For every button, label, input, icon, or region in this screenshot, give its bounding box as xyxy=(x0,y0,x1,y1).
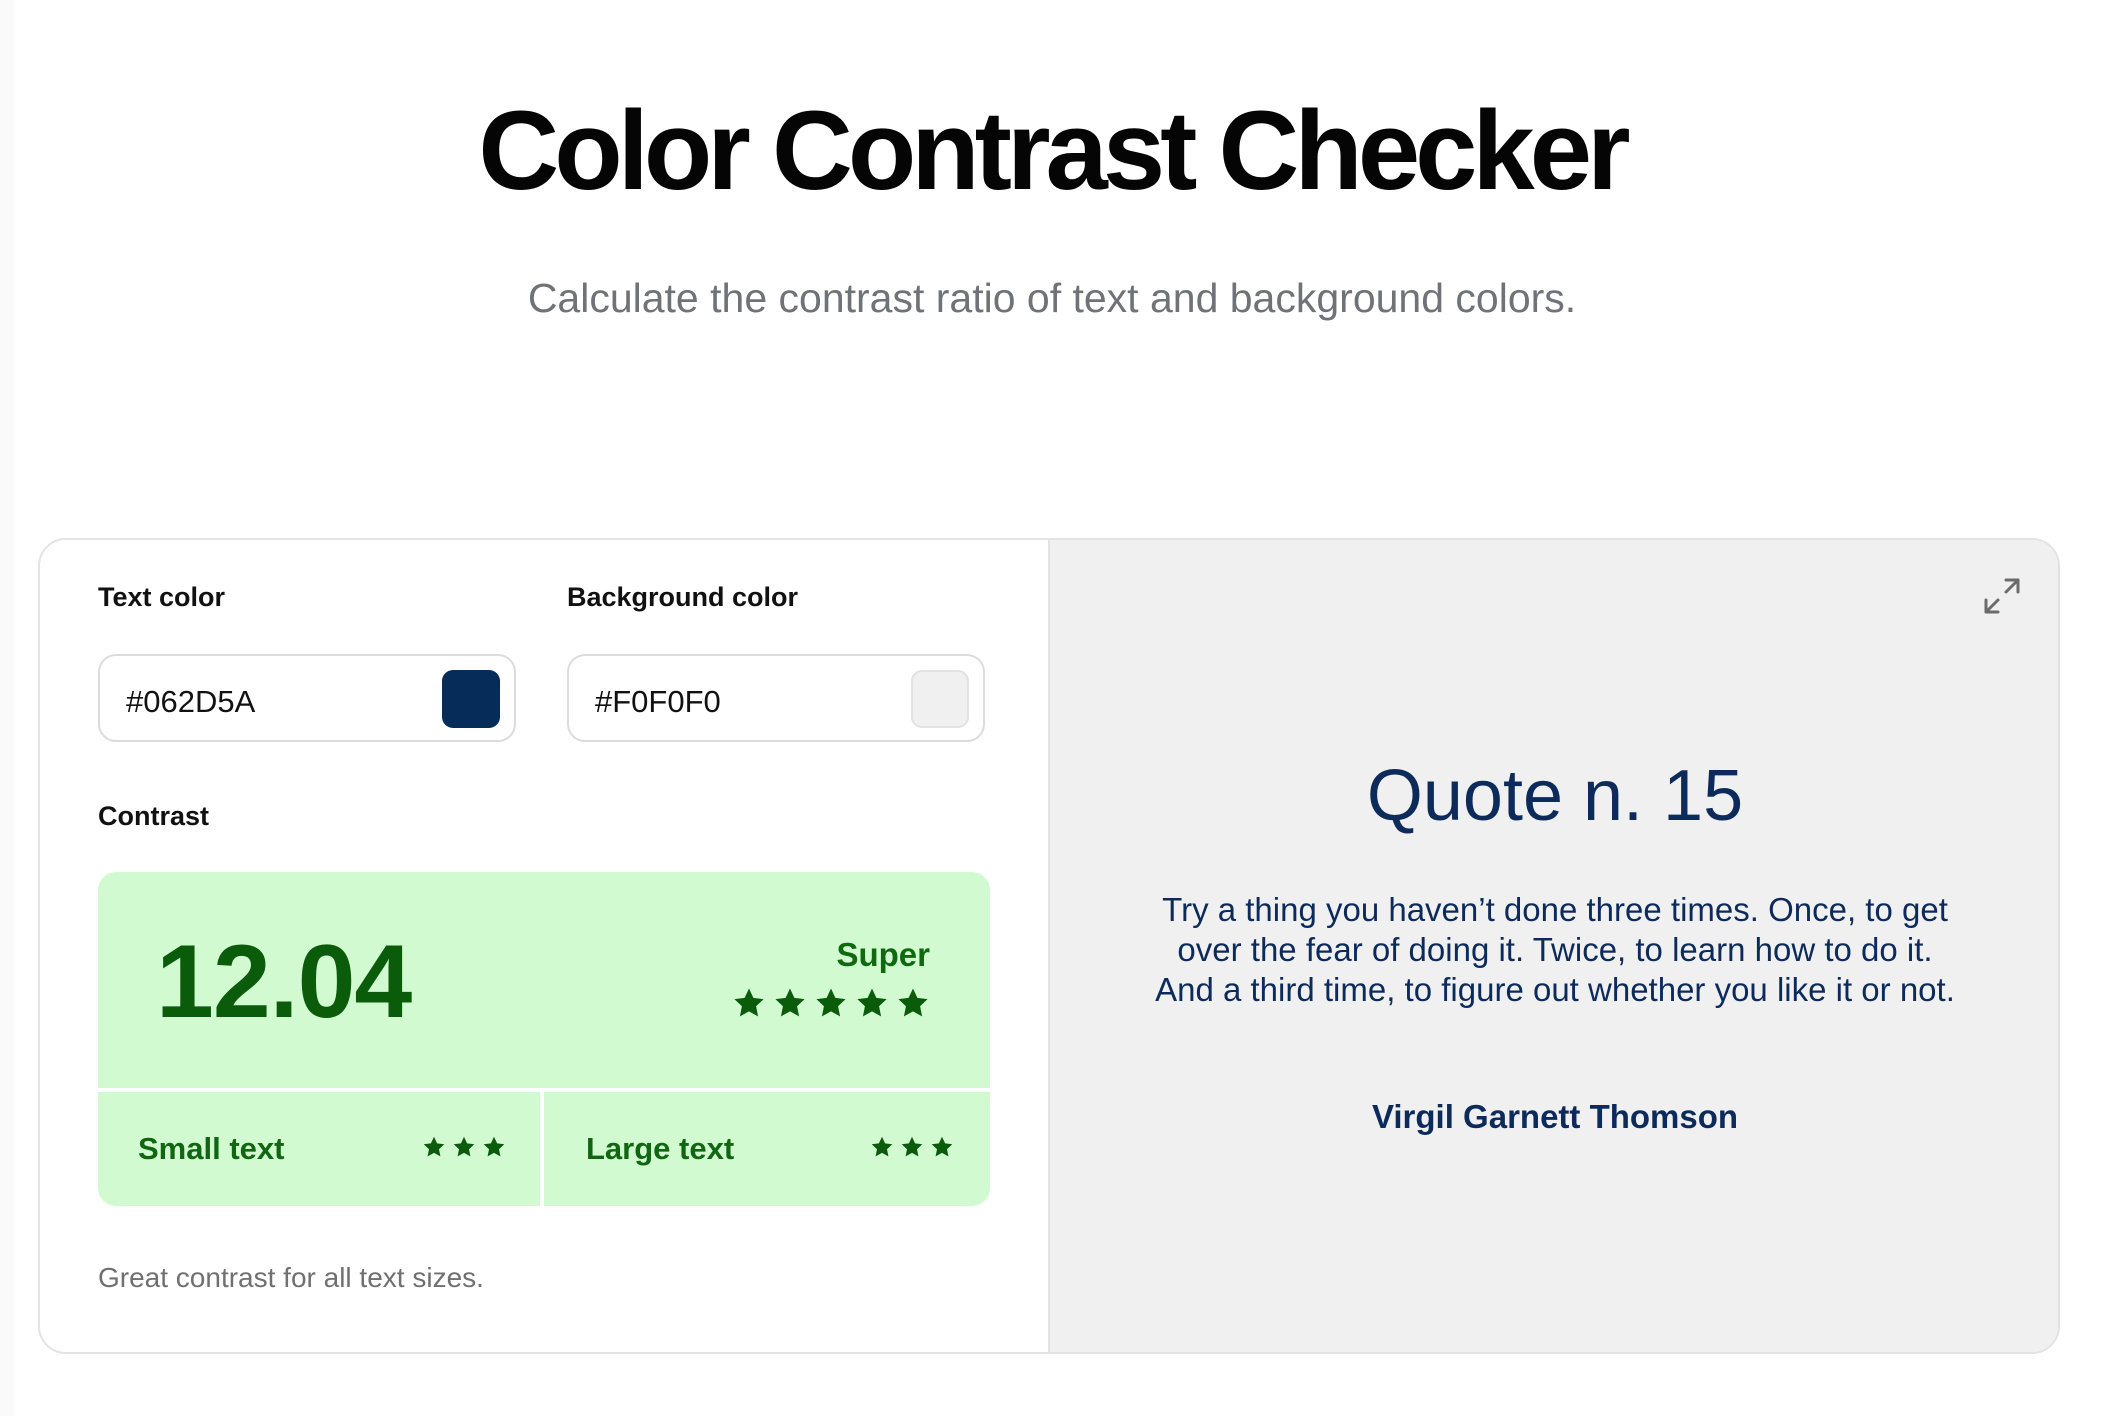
small-text-label: Small text xyxy=(138,1131,285,1166)
large-text-stars xyxy=(870,1135,954,1159)
text-color-field[interactable]: #062D5A xyxy=(98,654,516,742)
expand-icon[interactable] xyxy=(1982,576,2022,616)
contrast-label: Contrast xyxy=(98,801,210,831)
contrast-result: 12.04 Super Small text Large text xyxy=(98,872,990,1206)
contrast-ratio: 12.04 xyxy=(156,924,412,1040)
star-icon xyxy=(931,1136,953,1157)
background-color-field[interactable]: #F0F0F0 xyxy=(567,654,985,742)
star-icon xyxy=(423,1136,445,1157)
contrast-rating: Super xyxy=(836,936,930,973)
background-color-label: Background color xyxy=(567,582,799,612)
star-icon xyxy=(898,988,928,1017)
page-subtitle: Calculate the contrast ratio of text and… xyxy=(527,275,1577,321)
page-edge xyxy=(0,0,14,1416)
star-icon xyxy=(775,988,805,1017)
star-icon xyxy=(857,988,887,1017)
star-icon xyxy=(734,988,764,1017)
text-color-label: Text color xyxy=(98,582,226,612)
result-divider xyxy=(98,1088,990,1092)
star-icon xyxy=(483,1136,505,1157)
controls-panel: Text color Background color #062D5A #F0F… xyxy=(40,540,1048,1352)
small-text-stars xyxy=(422,1135,506,1159)
result-divider-vertical xyxy=(540,1092,544,1206)
page-title: Color Contrast Checker xyxy=(478,88,1630,213)
text-color-swatch[interactable] xyxy=(442,670,500,728)
text-color-input[interactable]: #062D5A xyxy=(126,686,255,717)
quote-author: Virgil Garnett Thomson xyxy=(1371,1098,1739,1135)
quote-title: Quote n. 15 xyxy=(1366,756,1744,836)
background-color-input[interactable]: #F0F0F0 xyxy=(595,686,721,717)
star-icon xyxy=(901,1136,923,1157)
quote-text: Try a thing you haven’t done three times… xyxy=(1155,891,1955,1008)
checker-card: Text color Background color #062D5A #F0F… xyxy=(38,538,2060,1354)
contrast-note: Great contrast for all text sizes. xyxy=(98,1262,484,1293)
star-icon xyxy=(816,988,846,1017)
star-icon xyxy=(453,1136,475,1157)
background-color-swatch[interactable] xyxy=(911,670,969,728)
preview-panel: Quote n. 15 Try a thing you haven’t done… xyxy=(1048,540,2058,1352)
large-text-label: Large text xyxy=(586,1131,735,1166)
star-icon xyxy=(871,1136,893,1157)
rating-stars xyxy=(732,986,930,1020)
